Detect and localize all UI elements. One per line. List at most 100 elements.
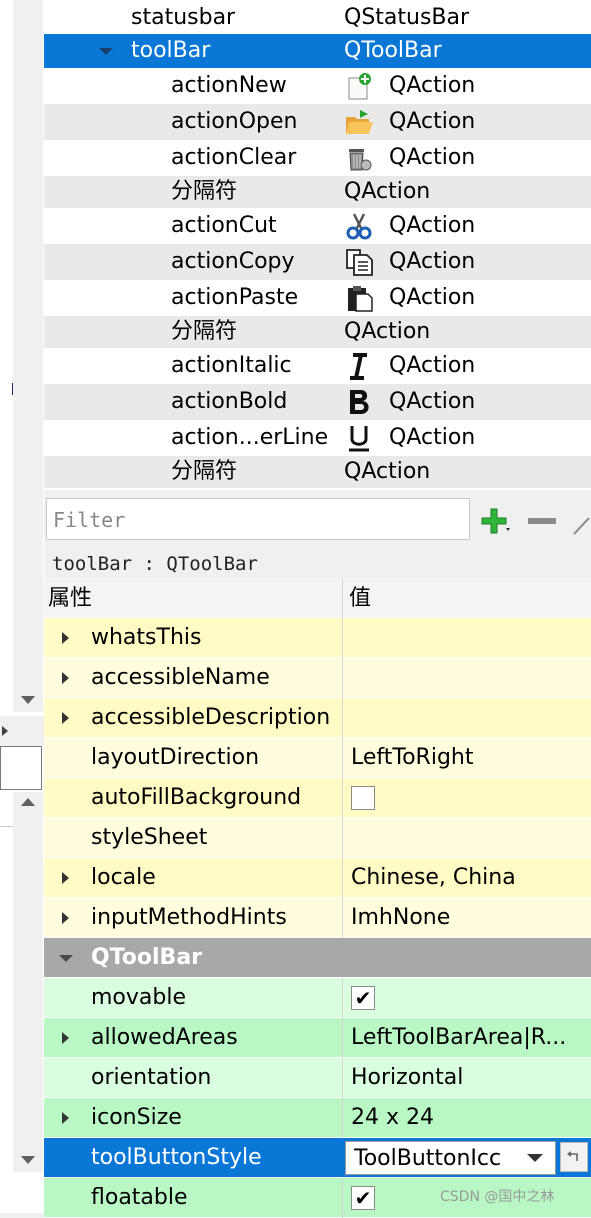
expand-arrow-icon[interactable] [62,672,69,684]
left-panel-edge [0,0,44,1213]
property-row-stylesheet[interactable]: styleSheet [44,818,591,858]
collapse-arrow-icon[interactable] [99,48,113,55]
scroll-up-icon[interactable] [21,798,35,806]
tree-row-actionbold[interactable]: actionBold QAction [44,384,591,420]
select-value: ToolButtonIcc [354,1146,502,1171]
property-row-movable[interactable]: movable ✔ [44,978,591,1018]
tree-row-separator[interactable]: 分隔符 QAction [44,316,591,348]
property-value[interactable]: 24 x 24 [351,1098,583,1138]
tree-row-actionopen[interactable]: actionOpen QAction [44,104,591,140]
property-value[interactable]: Chinese, China [351,858,583,898]
tree-row-actioncopy[interactable]: actionCopy QAction [44,244,591,280]
property-row-autofillbackground[interactable]: autoFillBackground [44,778,591,818]
property-row-locale[interactable]: locale Chinese, China [44,858,591,898]
tree-row-actionunderline[interactable]: action...erLine QAction [44,420,591,456]
remove-property-icon[interactable] [526,515,558,527]
tree-item-name: actionClear [171,145,297,170]
tree-item-name: 分隔符 [171,319,238,344]
property-value[interactable]: LeftToRight [351,738,583,778]
property-name: toolButtonStyle [91,1145,262,1170]
checkbox-checked[interactable]: ✔ [351,1186,375,1210]
tree-item-name: actionPaste [171,285,299,310]
tree-row-actionclear[interactable]: actionClear QAction [44,140,591,176]
expand-arrow-icon[interactable] [62,912,69,924]
tree-item-class: QAction [344,319,431,344]
tree-item-class: QAction [344,179,431,204]
expand-arrow-icon[interactable] [62,1112,69,1124]
tree-row-separator[interactable]: 分隔符 QAction [44,176,591,208]
filter-bar: Filter [44,490,591,550]
chevron-right-icon[interactable] [2,726,8,736]
property-name: layoutDirection [91,745,260,770]
dropdown-arrow-icon[interactable] [527,1154,543,1162]
section-title: QToolBar [91,945,203,970]
new-file-icon [348,73,371,100]
tree-item-name: 分隔符 [171,179,238,204]
tree-row-statusbar[interactable]: statusbar QStatusBar [44,0,591,36]
tree-row-actionpaste[interactable]: actionPaste QAction [44,280,591,316]
tree-row-actionnew[interactable]: actionNew QAction [44,68,591,104]
expand-arrow-icon[interactable] [62,712,69,724]
property-name: iconSize [91,1105,182,1130]
property-row-accessiblename[interactable]: accessibleName [44,658,591,698]
property-value[interactable]: Horizontal [351,1058,583,1098]
property-row-inputmethodhints[interactable]: inputMethodHints ImhNone [44,898,591,938]
tree-item-name: actionCopy [171,249,295,274]
tree-item-class: QAction [389,213,476,238]
property-name: floatable [91,1185,188,1210]
property-row-allowedareas[interactable]: allowedAreas LeftToolBarArea|R... [44,1018,591,1058]
property-name: allowedAreas [91,1025,238,1050]
property-name: accessibleDescription [91,705,331,730]
tree-row-actioncut[interactable]: actionCut QAction [44,208,591,244]
scissors-icon [346,213,372,240]
tree-item-class: QStatusBar [344,5,470,30]
property-row-toolbuttonstyle[interactable]: toolButtonStyle ToolButtonIcc [44,1138,591,1178]
tree-item-name: actionBold [171,389,288,414]
property-value[interactable]: ImhNone [351,898,583,938]
left-scrollbar-bottom[interactable] [13,792,43,1172]
section-header-qtoolbar[interactable]: QToolBar [44,938,591,978]
expand-arrow-icon[interactable] [62,1032,69,1044]
property-value[interactable]: LeftToolBarArea|R... [351,1018,583,1058]
property-row-iconsize[interactable]: iconSize 24 x 24 [44,1098,591,1138]
expand-arrow-icon[interactable] [62,872,69,884]
scroll-down-icon[interactable] [21,696,35,704]
property-editor: 属性 值 whatsThis accessibleName accessible… [44,578,591,1218]
toolbuttonstyle-select[interactable]: ToolButtonIcc [345,1141,556,1175]
tree-row-actionitalic[interactable]: actionItalic QAction [44,348,591,384]
scroll-down-icon[interactable] [21,1156,35,1164]
paste-icon [348,286,373,312]
filter-input[interactable]: Filter [46,498,470,540]
collapse-arrow-icon[interactable] [59,955,73,962]
trash-bin-icon [349,149,372,171]
open-folder-icon [346,110,373,134]
tree-item-class: QToolBar [344,38,442,63]
header-property[interactable]: 属性 [48,578,92,620]
left-input-box[interactable] [0,746,42,790]
header-value[interactable]: 值 [349,578,371,620]
checkbox[interactable] [351,786,375,810]
property-row-orientation[interactable]: orientation Horizontal [44,1058,591,1098]
left-expander-row[interactable] [0,716,44,746]
add-property-icon[interactable] [478,507,512,535]
tree-item-class: QAction [389,249,476,274]
checkbox-checked[interactable]: ✔ [351,986,375,1010]
tree-item-class: QAction [389,109,476,134]
tree-item-name: toolBar [131,38,211,63]
property-row-layoutdirection[interactable]: layoutDirection LeftToRight [44,738,591,778]
tree-row-toolbar[interactable]: toolBar QToolBar [44,34,591,68]
reset-property-button[interactable] [560,1142,588,1172]
left-scrollbar-top[interactable] [13,0,43,712]
object-class-label: toolBar : QToolBar [52,553,258,575]
property-row-accessibledescription[interactable]: accessibleDescription [44,698,591,738]
tree-item-class: QAction [389,73,476,98]
tree-item-class: QAction [389,389,476,414]
tree-row-separator[interactable]: 分隔符 QAction [44,456,591,488]
tree-item-class: QAction [389,145,476,170]
property-row-whatsthis[interactable]: whatsThis [44,618,591,658]
configure-icon[interactable] [572,514,591,536]
property-name: autoFillBackground [91,785,302,810]
property-name: styleSheet [91,825,208,850]
expand-arrow-icon[interactable] [62,632,69,644]
copy-icon [346,249,373,276]
